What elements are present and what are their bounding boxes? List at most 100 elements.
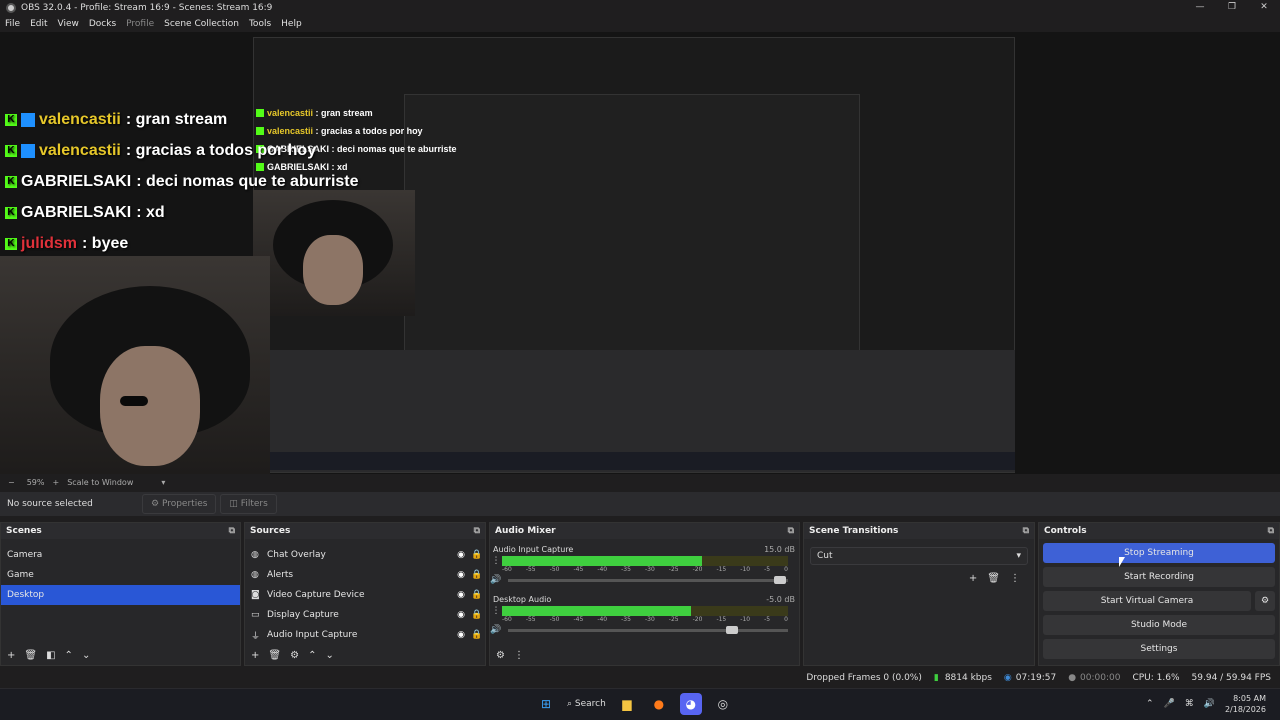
source-item[interactable]: ▭ Display Capture ◉ 🔒	[245, 605, 485, 625]
menu-bar: File Edit View Docks Profile Scene Colle…	[0, 16, 1280, 32]
source-item[interactable]: ◙ Video Capture Device ◉ 🔒	[245, 585, 485, 605]
eye-icon[interactable]: ◉	[453, 590, 469, 600]
speaker-icon[interactable]: 🔊	[1204, 699, 1215, 709]
globe-icon: ◍	[251, 550, 259, 560]
menu-file[interactable]: File	[5, 19, 20, 29]
transition-menu-icon[interactable]: ⋮	[1010, 573, 1020, 584]
remove-scene-button[interactable]: 🗑	[24, 650, 37, 661]
lock-icon[interactable]: 🔒	[469, 550, 485, 560]
chevron-up-icon[interactable]: ⌃	[1146, 699, 1154, 709]
close-button[interactable]: ✕	[1248, 0, 1280, 16]
channel-menu-icon[interactable]: ⋮	[490, 606, 502, 616]
speaker-icon[interactable]: 🔊	[490, 575, 502, 585]
no-source-label: No source selected	[7, 499, 93, 509]
chat-line: K julidsm : byee	[5, 228, 359, 259]
scene-filters-button[interactable]: ◧	[46, 650, 55, 661]
volume-slider[interactable]	[508, 625, 788, 634]
scene-item-camera[interactable]: Camera	[1, 545, 240, 565]
start-recording-button[interactable]: Start Recording	[1043, 567, 1275, 587]
move-down-button[interactable]: ⌄	[325, 650, 333, 661]
undock-icon[interactable]: ⧉	[788, 526, 794, 536]
menu-scene-collection[interactable]: Scene Collection	[164, 19, 239, 29]
menu-view[interactable]: View	[58, 19, 79, 29]
start-virtual-camera-button[interactable]: Start Virtual Camera	[1043, 591, 1251, 611]
eye-icon[interactable]: ◉	[453, 630, 469, 640]
menu-tools[interactable]: Tools	[249, 19, 271, 29]
menu-help[interactable]: Help	[281, 19, 302, 29]
undock-icon[interactable]: ⧉	[1268, 526, 1274, 536]
studio-mode-button[interactable]: Studio Mode	[1043, 615, 1275, 635]
zoom-out-button[interactable]: −	[8, 478, 15, 487]
volume-slider-handle[interactable]	[774, 575, 786, 584]
firefox-icon[interactable]: ●	[648, 693, 670, 715]
maximize-button[interactable]: ❐	[1216, 0, 1248, 16]
undock-icon[interactable]: ⧉	[474, 526, 480, 536]
scale-tick: -20	[692, 566, 703, 573]
add-transition-button[interactable]: +	[969, 573, 977, 584]
taskbar-search[interactable]: ⌕ Search	[567, 693, 606, 715]
chevron-down-icon[interactable]: ▾	[161, 478, 165, 487]
speaker-icon[interactable]: 🔊	[490, 625, 502, 635]
scene-item-game[interactable]: Game	[1, 565, 240, 585]
network-icon[interactable]: ⌘	[1185, 699, 1194, 709]
filters-button[interactable]: ◫ Filters	[220, 494, 277, 514]
scale-tick: -30	[644, 616, 655, 623]
windows-start-icon[interactable]: ⊞	[535, 693, 557, 715]
lock-icon[interactable]: 🔒	[469, 630, 485, 640]
volume-slider[interactable]	[508, 575, 788, 584]
chat-overlay: K valencastii : gran stream K valencasti…	[5, 104, 359, 259]
gear-icon[interactable]: ⚙	[1255, 591, 1275, 611]
zoom-in-button[interactable]: +	[52, 478, 59, 487]
source-item[interactable]: ◍ Chat Overlay ◉ 🔒	[245, 545, 485, 565]
menu-docks[interactable]: Docks	[89, 19, 116, 29]
mic-icon[interactable]: 🎤	[1164, 699, 1175, 709]
lock-icon[interactable]: 🔒	[469, 590, 485, 600]
volume-slider-handle[interactable]	[726, 625, 739, 634]
scale-tick: -15	[716, 566, 727, 573]
menu-edit[interactable]: Edit	[30, 19, 47, 29]
move-down-button[interactable]: ⌄	[82, 650, 90, 661]
move-up-button[interactable]: ⌃	[308, 650, 316, 661]
lock-icon[interactable]: 🔒	[469, 570, 485, 580]
settings-button[interactable]: Settings	[1043, 639, 1275, 659]
source-item[interactable]: ⏚ Audio Input Capture ◉ 🔒	[245, 625, 485, 645]
transitions-title: Scene Transitions	[809, 526, 899, 536]
scale-tick: -60	[502, 566, 512, 573]
eye-icon[interactable]: ◉	[453, 550, 469, 560]
menu-profile[interactable]: Profile	[126, 19, 154, 29]
chat-username: valencastii	[39, 141, 121, 159]
advanced-audio-icon[interactable]: ⚙	[496, 650, 505, 661]
title-bar: OBS 32.0.4 - Profile: Stream 16:9 - Scen…	[0, 0, 1280, 16]
eye-icon[interactable]: ◉	[453, 570, 469, 580]
file-explorer-icon[interactable]: ▆	[616, 693, 638, 715]
scale-tick: 0	[784, 566, 788, 573]
lock-icon[interactable]: 🔒	[469, 610, 485, 620]
stop-streaming-button[interactable]: Stop Streaming	[1043, 543, 1275, 563]
preview-canvas[interactable]: valencastii : gran stream valencastii : …	[0, 32, 1280, 474]
scale-tick: -50	[549, 566, 560, 573]
add-source-button[interactable]: +	[251, 650, 259, 661]
mixer-menu-icon[interactable]: ⋮	[514, 650, 524, 661]
source-item[interactable]: ◍ Alerts ◉ 🔒	[245, 565, 485, 585]
remove-transition-button[interactable]: 🗑	[987, 573, 1000, 584]
window-title: OBS 32.0.4 - Profile: Stream 16:9 - Scen…	[21, 3, 273, 13]
clock[interactable]: 8:05 AM 2/18/2026	[1225, 693, 1266, 715]
transition-select[interactable]: Cut ▾	[810, 547, 1028, 565]
obs-icon[interactable]: ◎	[712, 693, 734, 715]
source-properties-button[interactable]: ⚙	[290, 650, 299, 661]
scene-item-desktop[interactable]: Desktop	[1, 585, 240, 605]
discord-icon[interactable]: ◕	[679, 693, 702, 715]
eye-icon[interactable]: ◉	[453, 610, 469, 620]
channel-menu-icon[interactable]: ⋮	[490, 556, 502, 566]
camera-icon: ◙	[251, 590, 260, 600]
minimize-button[interactable]: —	[1184, 0, 1216, 16]
add-scene-button[interactable]: +	[7, 650, 15, 661]
scale-mode-select[interactable]: Scale to Window	[67, 478, 133, 487]
undock-icon[interactable]: ⧉	[229, 526, 235, 536]
channel-db: -5.0 dB	[766, 595, 795, 604]
move-up-button[interactable]: ⌃	[65, 650, 73, 661]
undock-icon[interactable]: ⧉	[1023, 526, 1029, 536]
remove-source-button[interactable]: 🗑	[268, 650, 281, 661]
properties-button[interactable]: ⚙ Properties	[142, 494, 217, 514]
channel-name: Audio Input Capture	[493, 545, 574, 554]
